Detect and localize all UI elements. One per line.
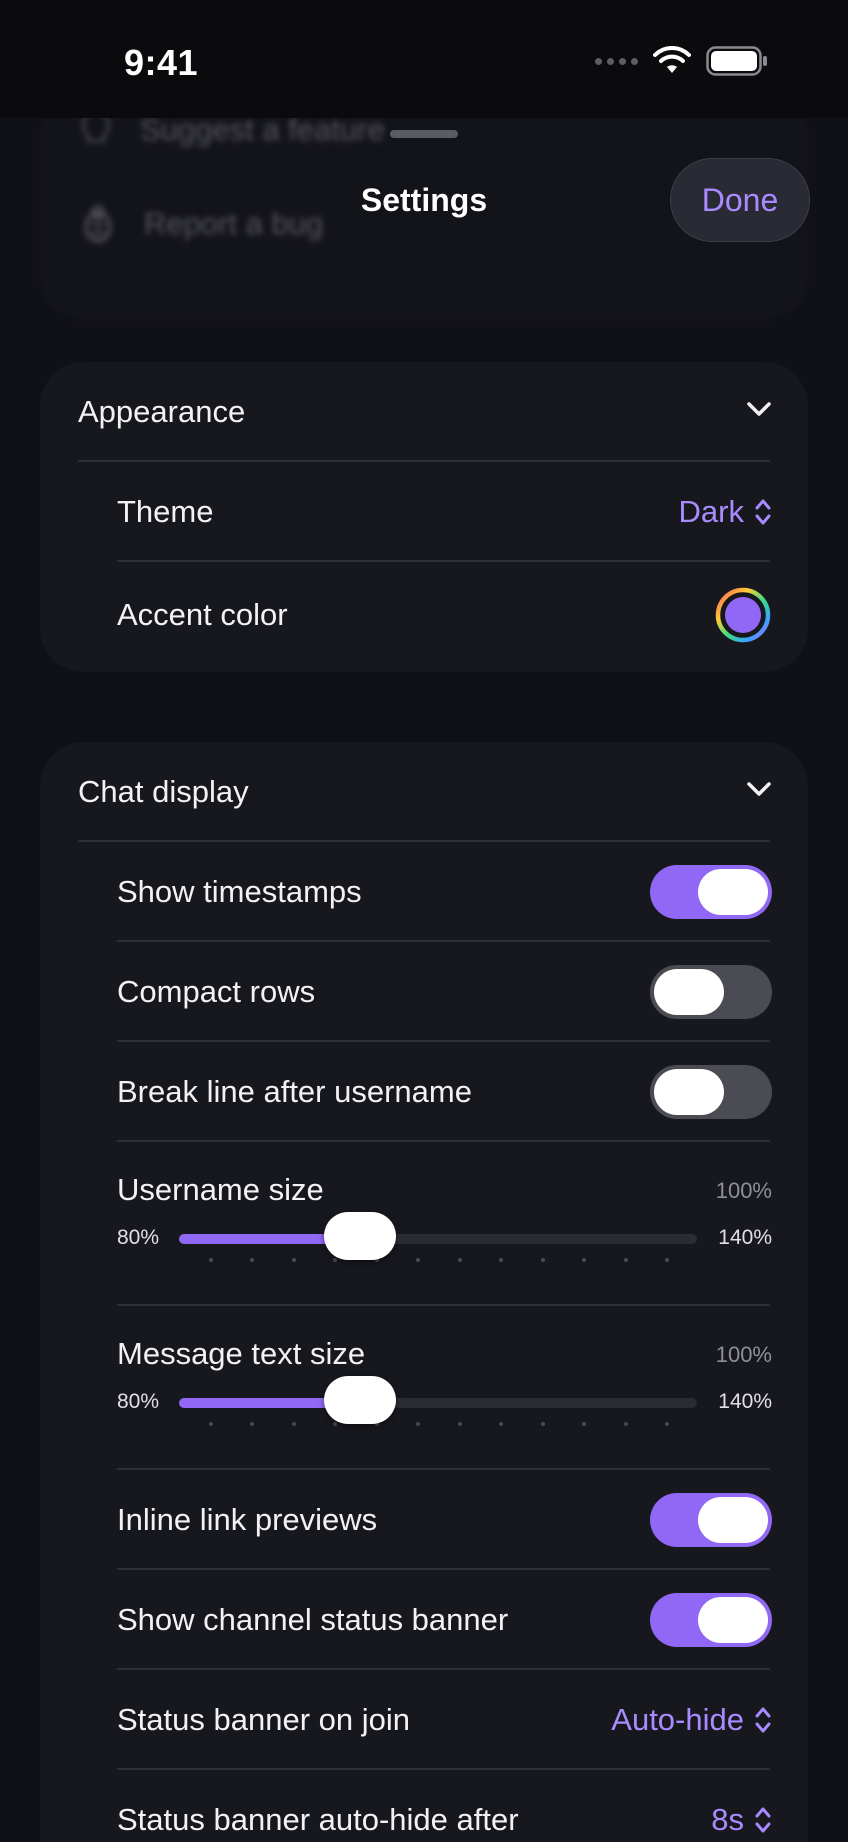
slider-max-label: 140% — [718, 1390, 772, 1413]
sheet-grabber[interactable] — [390, 130, 458, 138]
inline-link-previews-row: Inline link previews — [117, 1470, 772, 1570]
slider-max-label: 140% — [718, 1226, 772, 1249]
message-text-size-slider-block: Message text size 100% 80% 140% — [117, 1306, 772, 1466]
slider-min-label: 80% — [117, 1226, 160, 1249]
chevron-down-icon — [747, 782, 771, 796]
sheet-header: Settings Done — [0, 110, 848, 250]
slider-ticks — [209, 1422, 669, 1426]
accent-color-row[interactable]: Accent color — [117, 562, 772, 668]
accent-color-swatch[interactable] — [714, 586, 772, 644]
username-size-thumb[interactable] — [323, 1212, 396, 1260]
break-line-row: Break line after username — [117, 1042, 772, 1142]
compact-rows-toggle[interactable] — [650, 965, 772, 1019]
chevron-up-down-icon — [755, 1807, 771, 1833]
status-banner-on-join-row[interactable]: Status banner on join Auto-hide — [117, 1670, 772, 1770]
message-text-size-thumb[interactable] — [323, 1376, 396, 1424]
theme-row[interactable]: Theme Dark — [117, 462, 772, 562]
appearance-title: Appearance — [78, 394, 246, 429]
username-size-track[interactable] — [179, 1234, 697, 1244]
status-banner-auto-hide-picker[interactable]: 8s — [711, 1802, 772, 1838]
show-timestamps-row: Show timestamps — [117, 842, 772, 942]
show-channel-status-banner-toggle[interactable] — [650, 1593, 772, 1647]
username-size-slider-block: Username size 100% 80% 140% — [117, 1142, 772, 1302]
status-banner-auto-hide-value: 8s — [711, 1802, 744, 1837]
inline-link-previews-toggle[interactable] — [650, 1493, 772, 1547]
wifi-icon — [653, 46, 691, 73]
chat-display-section: Chat display Show timestamps Compact row… — [40, 742, 808, 1842]
message-text-size-label: Message text size — [117, 1336, 366, 1371]
status-banner-on-join-value: Auto-hide — [611, 1702, 744, 1737]
show-timestamps-toggle[interactable] — [650, 865, 772, 919]
status-time: 9:41 — [124, 42, 199, 83]
username-size-label: Username size — [117, 1172, 324, 1207]
theme-value: Dark — [678, 494, 744, 529]
accent-color-label: Accent color — [117, 597, 288, 632]
battery-icon — [706, 46, 767, 76]
status-banner-on-join-picker[interactable]: Auto-hide — [611, 1702, 772, 1738]
username-size-value: 100% — [715, 1178, 772, 1203]
show-timestamps-label: Show timestamps — [117, 874, 362, 909]
theme-picker[interactable]: Dark — [679, 494, 772, 530]
chevron-up-down-icon — [755, 1707, 771, 1733]
slider-ticks — [209, 1258, 669, 1262]
status-banner-on-join-label: Status banner on join — [117, 1702, 410, 1737]
cellular-signal-icon — [595, 57, 638, 65]
done-button[interactable]: Done — [670, 158, 810, 242]
status-banner-auto-hide-row[interactable]: Status banner auto-hide after 8s — [117, 1770, 772, 1842]
message-text-size-track[interactable] — [179, 1398, 697, 1408]
settings-screen: Suggest a feature Report a bug 9:41 Sett — [0, 0, 848, 1842]
break-line-toggle[interactable] — [650, 1065, 772, 1119]
inline-link-previews-label: Inline link previews — [117, 1502, 378, 1537]
chat-display-title: Chat display — [78, 774, 249, 809]
chat-display-header[interactable]: Chat display — [40, 742, 808, 842]
compact-rows-label: Compact rows — [117, 974, 316, 1009]
chevron-down-icon — [747, 402, 771, 416]
status-bar: 9:41 — [0, 0, 848, 118]
break-line-label: Break line after username — [117, 1074, 472, 1109]
show-channel-status-banner-label: Show channel status banner — [117, 1602, 509, 1637]
status-banner-auto-hide-label: Status banner auto-hide after — [117, 1802, 519, 1837]
chevron-up-down-icon — [755, 499, 771, 525]
appearance-section: Appearance Theme Dark Accent color — [40, 362, 808, 672]
show-channel-status-banner-row: Show channel status banner — [117, 1570, 772, 1670]
slider-min-label: 80% — [117, 1390, 160, 1413]
theme-label: Theme — [117, 494, 214, 529]
status-icons — [595, 46, 768, 76]
appearance-header[interactable]: Appearance — [40, 362, 808, 462]
message-text-size-value: 100% — [715, 1342, 772, 1367]
compact-rows-row: Compact rows — [117, 942, 772, 1042]
